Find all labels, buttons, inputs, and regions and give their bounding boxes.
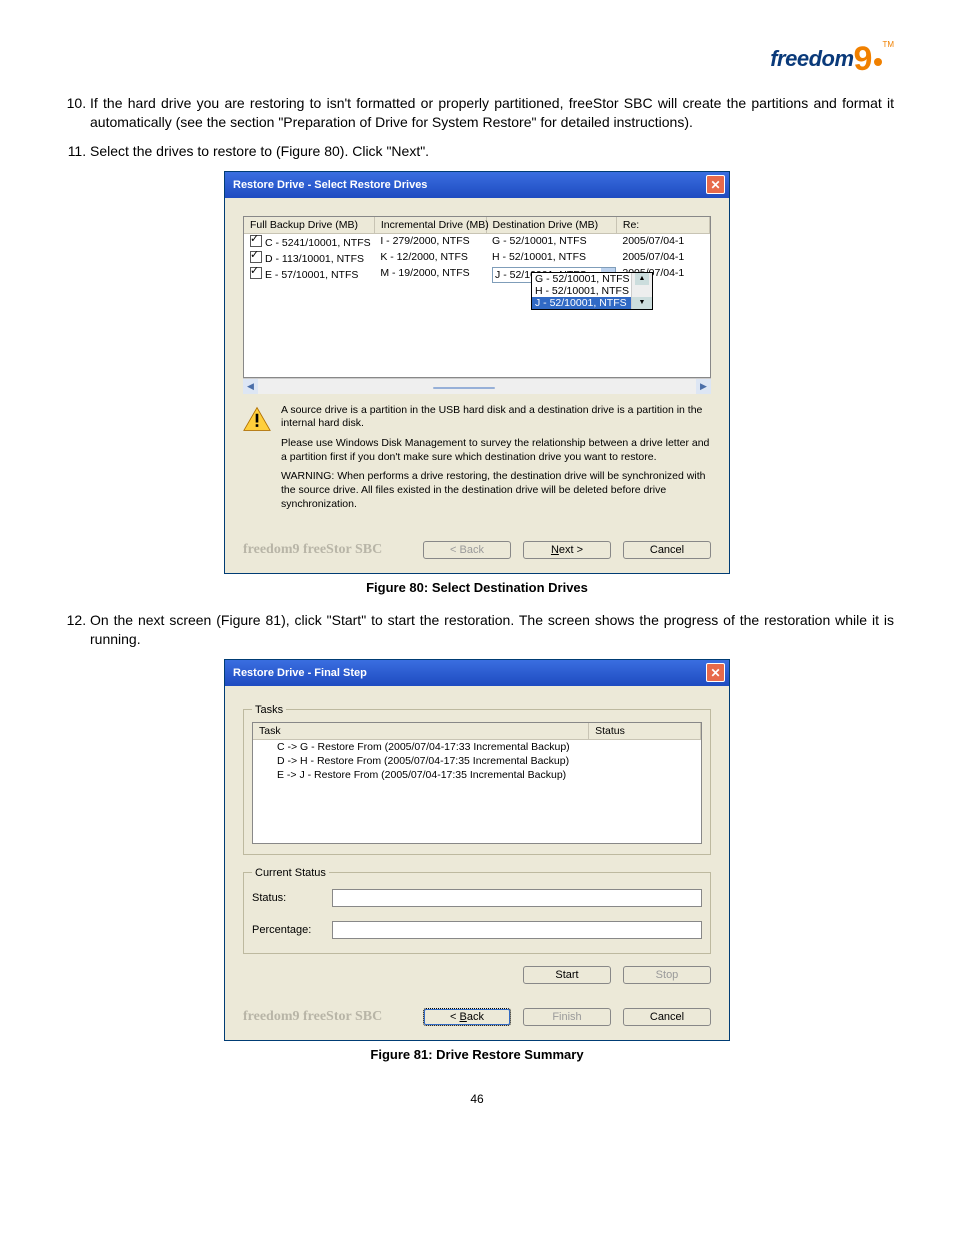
scroll-thumb[interactable] — [433, 387, 495, 389]
dialog-title: Restore Drive - Select Restore Drives — [233, 179, 427, 191]
cell-inc: I - 279/2000, NTFS — [374, 233, 486, 250]
dialog-titlebar[interactable]: Restore Drive - Final Step ✕ — [225, 660, 729, 686]
restore-drive-select-dialog: Restore Drive - Select Restore Drives ✕ … — [224, 171, 730, 574]
logo-digit: 9 — [854, 40, 873, 78]
scroll-left-icon[interactable]: ◀ — [243, 379, 258, 394]
next-button[interactable]: Next > — [523, 541, 611, 559]
scroll-down-icon[interactable]: ▼ — [632, 297, 652, 309]
grid-header-row: Full Backup Drive (MB) Incremental Drive… — [244, 217, 710, 234]
tasks-legend: Tasks — [252, 704, 286, 716]
logo-word: freedom — [770, 46, 853, 71]
cell-full: D - 113/10001, NTFS — [265, 253, 364, 265]
start-button[interactable]: Start — [523, 966, 611, 984]
task-row[interactable]: C -> G - Restore From (2005/07/04-17:33 … — [253, 739, 701, 754]
col-re[interactable]: Re: — [616, 217, 709, 234]
dialog-brand: freedom9 freeStor SBC — [243, 542, 382, 558]
figure-80-caption: Figure 80: Select Destination Drives — [60, 580, 894, 595]
step-12-text: On the next screen (Figure 81), click "S… — [90, 611, 894, 649]
task-cell: E -> J - Restore From (2005/07/04-17:35 … — [253, 768, 589, 782]
stop-button[interactable]: Stop — [623, 966, 711, 984]
cell-full: C - 5241/10001, NTFS — [265, 237, 371, 249]
row-checkbox[interactable] — [250, 251, 262, 263]
warning-icon — [243, 406, 271, 432]
finish-button[interactable]: Finish — [523, 1008, 611, 1026]
figure-81-caption: Figure 81: Drive Restore Summary — [60, 1047, 894, 1062]
current-status-group: Current Status Status: Percentage: — [243, 867, 711, 954]
current-status-legend: Current Status — [252, 867, 329, 879]
drive-grid[interactable]: Full Backup Drive (MB) Incremental Drive… — [243, 216, 711, 378]
percentage-progress-bar — [332, 921, 702, 939]
col-destination[interactable]: Destination Drive (MB) — [486, 217, 616, 234]
dialog-brand: freedom9 freeStor SBC — [243, 1009, 382, 1025]
row-checkbox[interactable] — [250, 235, 262, 247]
close-icon[interactable]: ✕ — [706, 175, 725, 194]
dropdown-scrollbar[interactable]: ▲ ▼ — [631, 273, 652, 309]
grid-horizontal-scrollbar[interactable]: ◀ ▶ — [243, 378, 711, 394]
back-button[interactable]: < Back — [423, 541, 511, 559]
scroll-right-icon[interactable]: ▶ — [696, 379, 711, 394]
task-row[interactable]: E -> J - Restore From (2005/07/04-17:35 … — [253, 768, 701, 782]
step-10-text: If the hard drive you are restoring to i… — [90, 94, 894, 132]
status-col-header[interactable]: Status — [589, 723, 701, 740]
row-checkbox[interactable] — [250, 267, 262, 279]
logo-dot-icon — [874, 58, 882, 66]
info-line-2: Please use Windows Disk Management to su… — [281, 437, 711, 464]
task-cell: D -> H - Restore From (2005/07/04-17:35 … — [253, 754, 589, 768]
tasks-group: Tasks Task Status C -> G - Restore From … — [243, 704, 711, 855]
cell-inc: K - 12/2000, NTFS — [374, 250, 486, 266]
col-incremental[interactable]: Incremental Drive (MB) — [374, 217, 486, 234]
info-line-1: A source drive is a partition in the USB… — [281, 404, 711, 431]
dialog-title: Restore Drive - Final Step — [233, 667, 367, 679]
cell-dest: G - 52/10001, NTFS — [486, 233, 616, 250]
task-cell: C -> G - Restore From (2005/07/04-17:33 … — [253, 739, 589, 754]
scroll-up-icon[interactable]: ▲ — [635, 273, 649, 285]
percentage-label: Percentage: — [252, 924, 322, 936]
logo-tm: TM — [882, 40, 894, 49]
info-line-3: WARNING: When performs a drive restoring… — [281, 470, 711, 511]
close-icon[interactable]: ✕ — [706, 663, 725, 682]
status-label: Status: — [252, 892, 322, 904]
cancel-button[interactable]: Cancel — [623, 1008, 711, 1026]
info-text-block: A source drive is a partition in the USB… — [281, 404, 711, 517]
cell-inc: M - 19/2000, NTFS — [374, 266, 486, 284]
cell-dest: H - 52/10001, NTFS — [486, 250, 616, 266]
status-value-box — [332, 889, 702, 907]
cell-re: 2005/07/04-1 — [616, 250, 709, 266]
destination-dropdown-open[interactable]: G - 52/10001, NTFS H - 52/10001, NTFS J … — [531, 272, 653, 310]
page-logo: freedom9 TM — [60, 40, 894, 79]
col-full-backup[interactable]: Full Backup Drive (MB) — [244, 217, 374, 234]
task-col-header[interactable]: Task — [253, 723, 589, 740]
page-number: 46 — [60, 1092, 894, 1106]
cell-full: E - 57/10001, NTFS — [265, 269, 358, 281]
cell-re: 2005/07/04-1 — [616, 233, 709, 250]
grid-row[interactable]: D - 113/10001, NTFS K - 12/2000, NTFS H … — [244, 250, 710, 266]
back-button[interactable]: < Back — [423, 1008, 511, 1026]
cancel-button[interactable]: Cancel — [623, 541, 711, 559]
grid-row[interactable]: C - 5241/10001, NTFS I - 279/2000, NTFS … — [244, 233, 710, 250]
step-11-text: Select the drives to restore to (Figure … — [90, 142, 894, 161]
restore-drive-final-dialog: Restore Drive - Final Step ✕ Tasks Task … — [224, 659, 730, 1041]
task-row[interactable]: D -> H - Restore From (2005/07/04-17:35 … — [253, 754, 701, 768]
tasks-list[interactable]: Task Status C -> G - Restore From (2005/… — [252, 722, 702, 844]
dialog-titlebar[interactable]: Restore Drive - Select Restore Drives ✕ — [225, 172, 729, 198]
